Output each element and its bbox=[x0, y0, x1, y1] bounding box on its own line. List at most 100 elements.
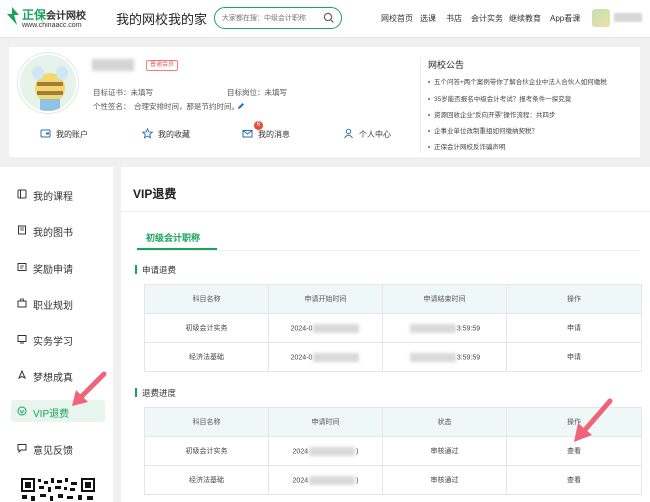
sidebar-item-practical-learning[interactable]: 实务学习 bbox=[11, 328, 105, 350]
sidebar-item-label: 梦想成真 bbox=[33, 373, 73, 384]
message-count-badge: 6 bbox=[254, 121, 263, 130]
sidebar-item-label: 实务学习 bbox=[33, 337, 73, 348]
col-header: 科目名称 bbox=[144, 407, 269, 437]
table-header-row: 科目名称 申请开始时间 申请结束时间 操作 bbox=[144, 284, 642, 314]
link-label: 我的收藏 bbox=[158, 130, 190, 139]
apply-time-cell: 2024) bbox=[268, 436, 383, 466]
link-label: 我的账户 bbox=[56, 130, 88, 139]
signature-label: 个性签名： bbox=[93, 102, 131, 111]
notice-item[interactable]: 资源回收企业“反向开票”操作流程：共四步 bbox=[428, 109, 555, 119]
notice-item[interactable]: 35岁能否报名中级会计考试？报考条件一探究竟 bbox=[428, 93, 571, 103]
apply-time-cell: 2024) bbox=[268, 465, 383, 495]
search-icon[interactable] bbox=[323, 12, 335, 24]
link-label: 我的消息 bbox=[258, 130, 290, 139]
search-input[interactable] bbox=[222, 12, 322, 24]
col-header: 申请时间 bbox=[268, 407, 383, 437]
notice-item[interactable]: 五个问答+两个案例带你了解合伙企业中法人合伙人如何缴税 bbox=[428, 76, 607, 86]
nav-courses[interactable]: 选课 bbox=[420, 13, 436, 24]
sidebar-item-reward-application[interactable]: 奖励申请 bbox=[11, 256, 105, 278]
search-box[interactable] bbox=[214, 7, 342, 29]
career-icon bbox=[17, 298, 27, 308]
redacted bbox=[309, 475, 356, 485]
bee-avatar-icon bbox=[20, 55, 76, 111]
vip-icon bbox=[17, 406, 27, 416]
site-logo[interactable]: 正保会计网校 www.chinaacc.com bbox=[4, 4, 104, 34]
redacted bbox=[409, 352, 456, 362]
nav-app[interactable]: App看课 bbox=[550, 13, 580, 24]
qr-code-icon bbox=[20, 477, 96, 502]
apply-button[interactable]: 申请 bbox=[506, 313, 642, 343]
rocket-icon bbox=[18, 370, 26, 380]
target-certificate: 目标证书：未填写 bbox=[93, 88, 153, 97]
user-name-redacted[interactable] bbox=[614, 13, 642, 22]
col-header: 申请结束时间 bbox=[382, 284, 507, 314]
subject-cell: 初级会计实务 bbox=[144, 313, 269, 343]
col-header: 状态 bbox=[382, 407, 507, 437]
feedback-icon bbox=[17, 444, 27, 453]
logo-icon bbox=[7, 7, 19, 25]
logo-url: www.chinaacc.com bbox=[22, 22, 82, 29]
notice-title: 网校公告 bbox=[428, 60, 465, 70]
main-panel: VIP退费 初级会计职称 申请退费 科目名称 申请开始时间 申请结束时间 操作 … bbox=[113, 167, 650, 502]
sidebar-item-my-books[interactable]: 我的图书 bbox=[11, 219, 105, 241]
edit-pen-icon[interactable] bbox=[237, 102, 245, 110]
logo-name: 正保 bbox=[22, 8, 47, 22]
link-label: 个人中心 bbox=[359, 130, 391, 139]
sidebar-item-label: 我的课程 bbox=[33, 192, 73, 203]
notice-item[interactable]: 企事业单位改制重组如何缴纳契税？ bbox=[428, 125, 538, 135]
nav-bookstore[interactable]: 书店 bbox=[446, 13, 462, 24]
practice-icon bbox=[17, 335, 27, 344]
apply-refund-table: 科目名称 申请开始时间 申请结束时间 操作 初级会计实务 2024-0 3:59… bbox=[144, 284, 642, 372]
sidebar-item-label: 意见反馈 bbox=[33, 446, 73, 457]
nav-continuing-education[interactable]: 继续教育 bbox=[509, 13, 541, 24]
pointer-arrow-icon bbox=[72, 371, 107, 406]
sidebar-item-feedback[interactable]: 意见反馈 bbox=[11, 437, 105, 459]
subject-cell: 初级会计实务 bbox=[144, 436, 269, 466]
award-icon bbox=[17, 263, 27, 271]
nav-accounting-practice[interactable]: 会计实务 bbox=[471, 13, 503, 24]
star-icon bbox=[142, 128, 153, 139]
col-header: 申请开始时间 bbox=[268, 284, 383, 314]
sidebar: 我的课程 我的图书 奖励申请 职业规划 实务学习 梦想成真 VIP退费 意见反馈 bbox=[0, 167, 113, 502]
top-navbar: 正保会计网校 www.chinaacc.com 我的网校我的家 网校首页 选课 … bbox=[0, 0, 650, 38]
redacted bbox=[309, 446, 356, 456]
user-avatar[interactable] bbox=[592, 9, 610, 27]
subject-cell: 经济法基础 bbox=[144, 465, 269, 495]
member-badge: 普通会员 bbox=[146, 60, 179, 71]
sidebar-item-label: 职业规划 bbox=[33, 301, 73, 312]
col-header: 操作 bbox=[506, 284, 642, 314]
logo-sub: 会计网校 bbox=[46, 11, 87, 22]
sidebar-item-my-courses[interactable]: 我的课程 bbox=[11, 183, 105, 205]
profile-card: 普通会员 目标证书：未填写 目标岗位：未填写 个性签名： 合理安排时间，那是节约… bbox=[9, 47, 640, 157]
apply-button[interactable]: 申请 bbox=[506, 342, 642, 372]
nav-home[interactable]: 网校首页 bbox=[381, 13, 413, 24]
subject-cell: 经济法基础 bbox=[144, 342, 269, 372]
start-time-cell: 2024-0 bbox=[268, 313, 383, 343]
sidebar-item-label: 我的图书 bbox=[33, 228, 73, 239]
signature-text: 合理安排时间，那是节约时间。 bbox=[134, 102, 239, 111]
table-header-row: 科目名称 申请时间 状态 操作 bbox=[144, 407, 642, 437]
redacted bbox=[409, 323, 456, 333]
notice-item[interactable]: 正保会计网校反诈骗声明 bbox=[428, 141, 506, 151]
end-time-cell: 3:59:59 bbox=[382, 313, 507, 343]
course-icon bbox=[17, 189, 27, 199]
site-slogan: 我的网校我的家 bbox=[116, 12, 208, 27]
sidebar-item-label: 奖励申请 bbox=[33, 265, 73, 276]
redacted bbox=[313, 323, 360, 333]
table-row: 初级会计实务 2024) 审核通过 查看 bbox=[144, 436, 642, 466]
profile-name-redacted bbox=[92, 59, 134, 71]
avatar[interactable] bbox=[18, 53, 78, 113]
table-row: 经济法基础 2024) 审核通过 查看 bbox=[144, 465, 642, 495]
sidebar-item-career-planning[interactable]: 职业规划 bbox=[11, 292, 105, 314]
user-icon bbox=[344, 128, 353, 139]
refund-progress-table: 科目名称 申请时间 状态 操作 初级会计实务 2024) 审核通过 查看 经济法… bbox=[144, 407, 642, 495]
view-button[interactable]: 查看 bbox=[506, 465, 642, 495]
mail-icon bbox=[242, 130, 253, 138]
sidebar-item-label: VIP退费 bbox=[33, 409, 70, 420]
tab-junior-accountant[interactable]: 初级会计职称 bbox=[146, 231, 200, 244]
status-cell: 审核通过 bbox=[382, 465, 507, 495]
divider bbox=[121, 211, 650, 212]
end-time-cell: 3:59:59 bbox=[382, 342, 507, 372]
table-row: 经济法基础 2024-0 3:59:59 申请 bbox=[144, 342, 642, 372]
divider bbox=[420, 57, 421, 153]
